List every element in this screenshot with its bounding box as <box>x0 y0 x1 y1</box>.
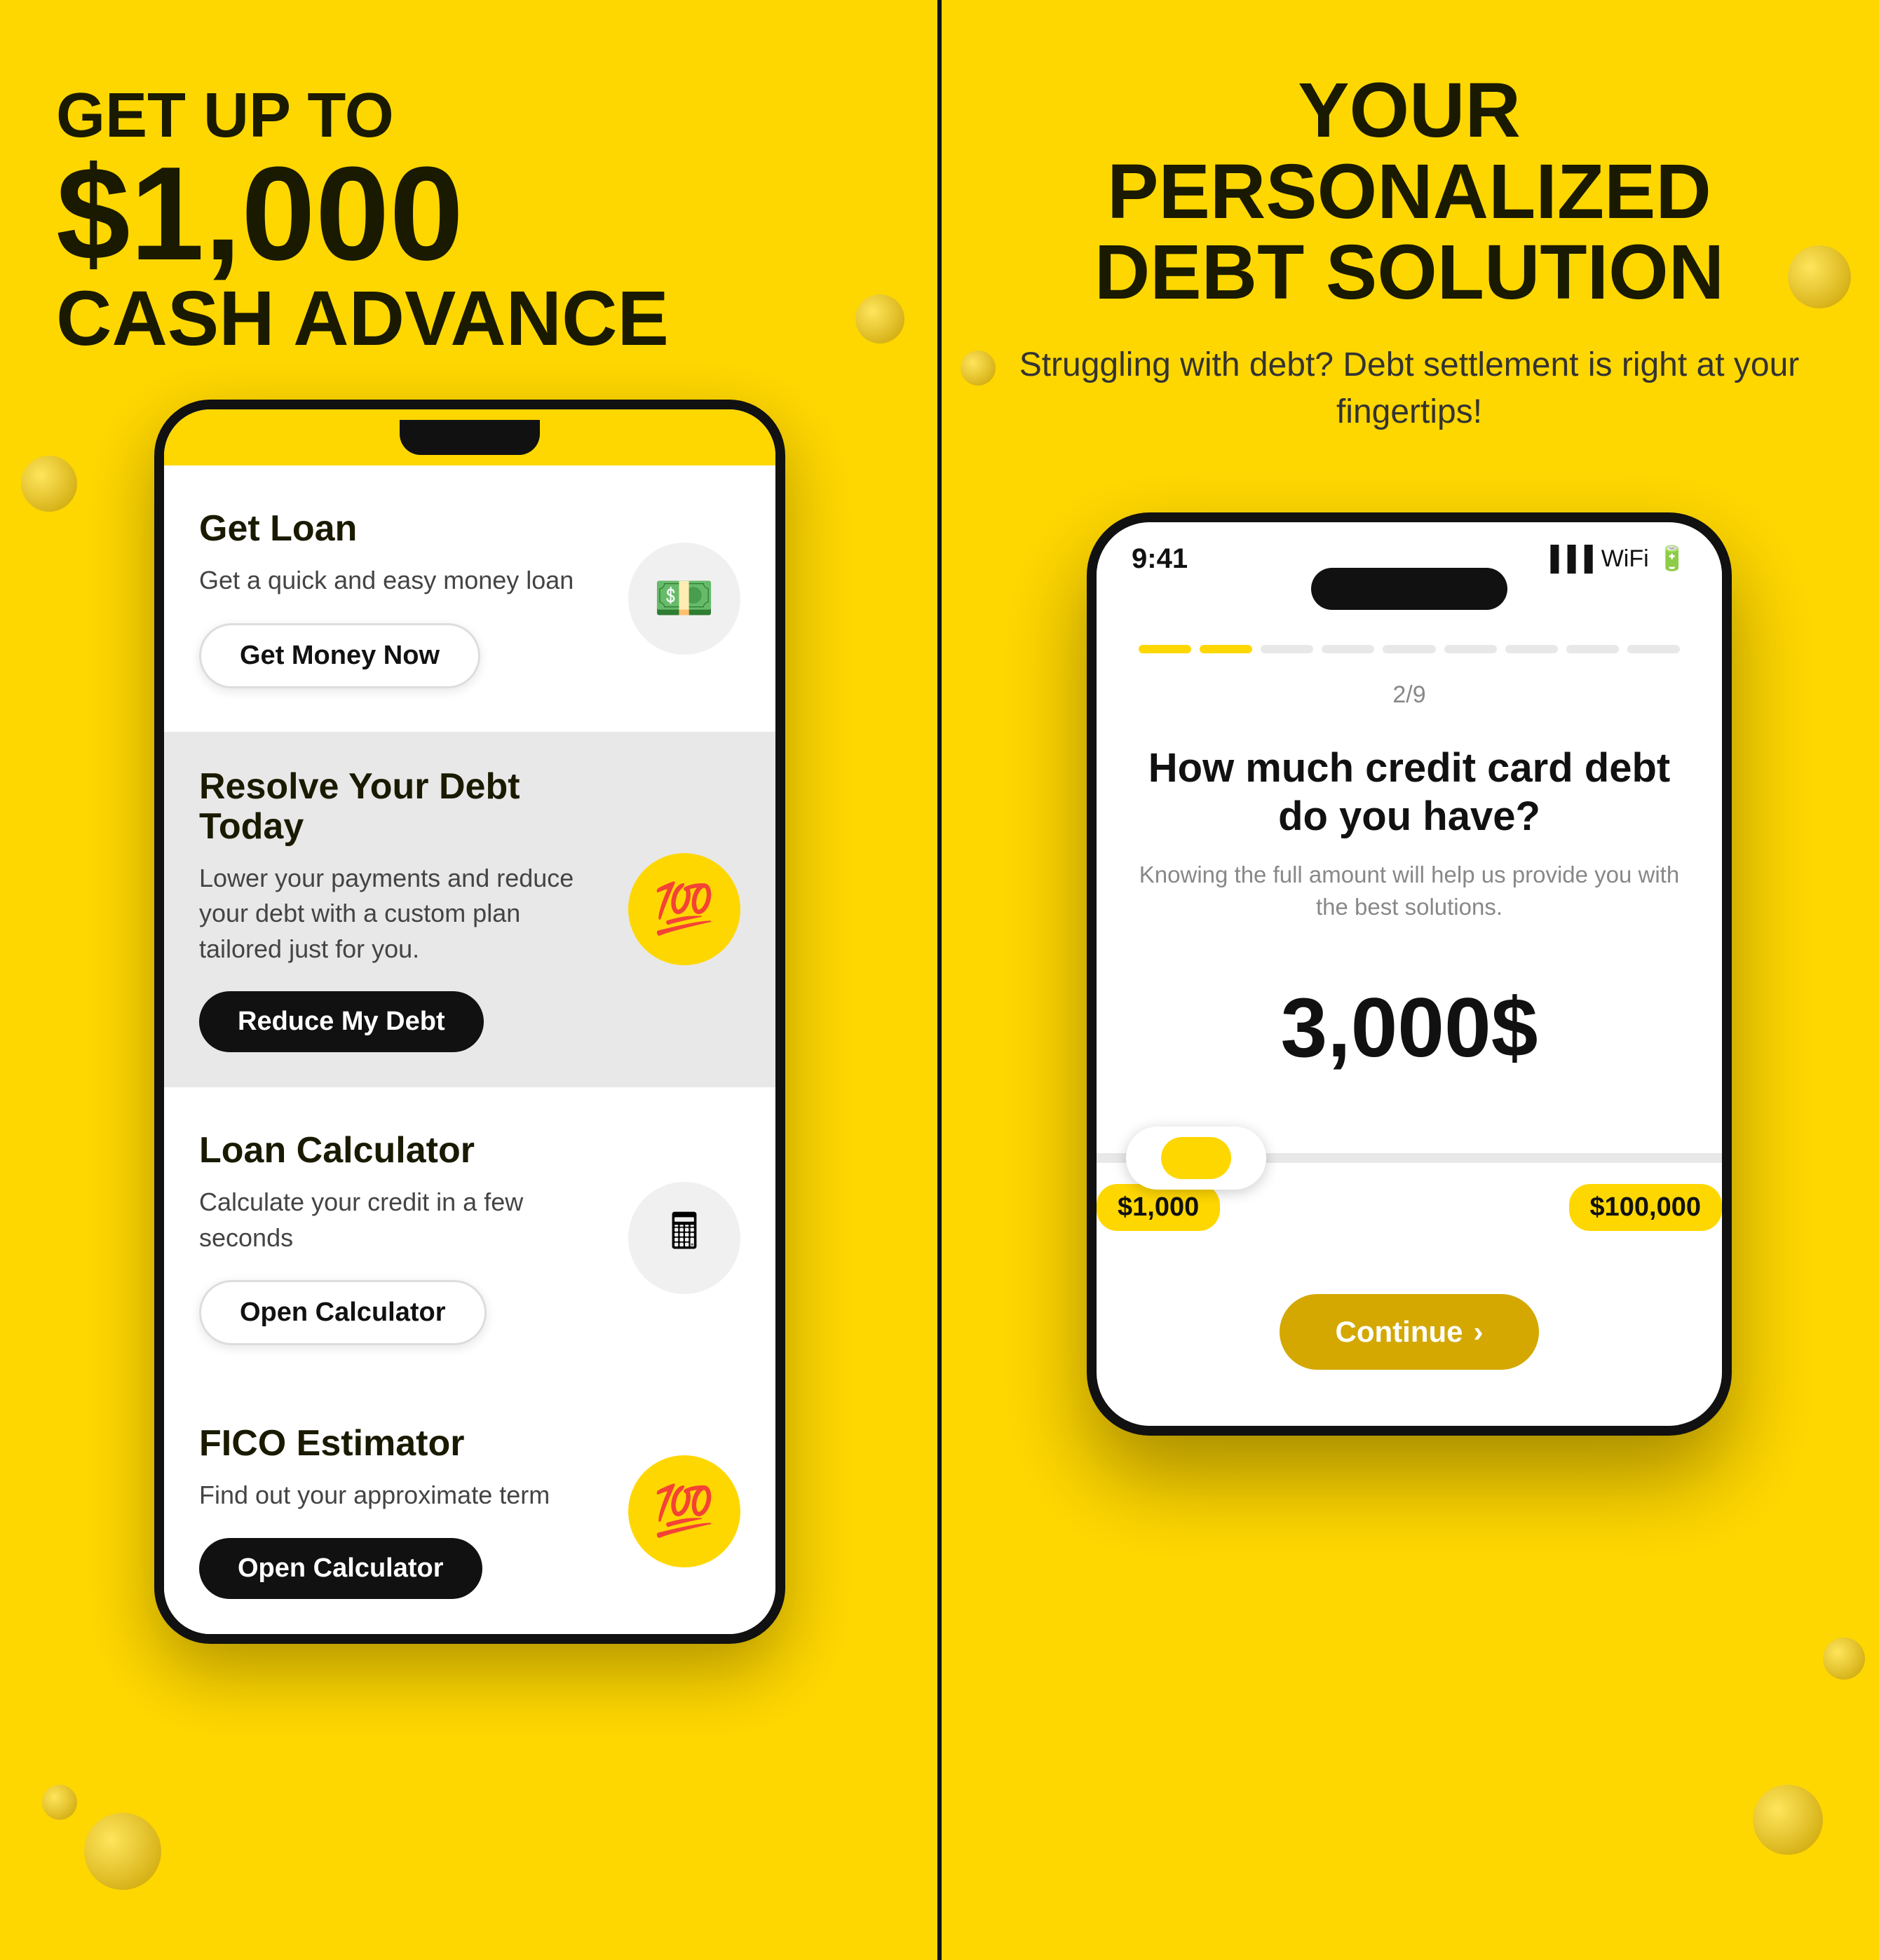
resolve-debt-icon-circle: 💯 <box>628 853 740 965</box>
progress-seg-2 <box>1200 645 1252 653</box>
slider-thumb-wrapper <box>1196 1127 1336 1190</box>
title-line3: DEBT SOLUTION <box>1094 229 1724 315</box>
card-title-resolve-debt: Resolve Your Debt Today <box>199 767 607 847</box>
question-title: How much credit card debt do you have? <box>1139 744 1680 841</box>
status-time: 9:41 <box>1132 543 1188 575</box>
title-line2: PERSONALIZED <box>1107 149 1711 235</box>
open-calculator-button-1[interactable]: Open Calculator <box>199 1280 487 1345</box>
phone-frame-left: Get Loan Get a quick and easy money loan… <box>154 400 785 1644</box>
progress-seg-4 <box>1322 645 1374 653</box>
slider-thumb-inner <box>1161 1137 1231 1179</box>
debt-amount-display: 3,000$ <box>1139 979 1680 1076</box>
status-bar: 9:41 ▐▐▐ WiFi 🔋 <box>1097 522 1722 575</box>
phone-mockup-right: 9:41 ▐▐▐ WiFi 🔋 <box>1024 512 1795 1436</box>
decorative-ball-4 <box>855 294 904 343</box>
card-title-get-loan: Get Loan <box>199 509 607 549</box>
right-panel: YOUR PERSONALIZED DEBT SOLUTION Struggli… <box>939 0 1879 1960</box>
question-desc: Knowing the full amount will help us pro… <box>1139 859 1680 923</box>
loan-calc-icon-circle: 🖩 <box>628 1182 740 1294</box>
progress-seg-3 <box>1261 645 1313 653</box>
continue-btn-wrapper: Continue › <box>1097 1252 1722 1370</box>
slider-min-label: $1,000 <box>1097 1184 1220 1231</box>
panel-separator <box>937 0 942 1960</box>
card-title-fico: FICO Estimator <box>199 1424 607 1464</box>
fico-hundred-icon: 💯 <box>653 1483 714 1540</box>
dynamic-island <box>1311 568 1507 610</box>
hundred-icon: 💯 <box>653 880 714 938</box>
right-main-title: YOUR PERSONALIZED DEBT SOLUTION <box>996 70 1823 313</box>
continue-label: Continue <box>1336 1315 1463 1349</box>
card-desc-get-loan: Get a quick and easy money loan <box>199 563 607 598</box>
progress-seg-1 <box>1139 645 1191 653</box>
progress-seg-5 <box>1383 645 1435 653</box>
card-text-loan-calc: Loan Calculator Calculate your credit in… <box>199 1131 628 1345</box>
phone-frame-right: 9:41 ▐▐▐ WiFi 🔋 <box>1087 512 1732 1436</box>
slider-max-label: $100,000 <box>1569 1184 1723 1231</box>
decorative-ball-1 <box>21 456 77 512</box>
decorative-ball-right-3 <box>1753 1785 1823 1855</box>
get-money-now-button[interactable]: Get Money Now <box>199 623 480 688</box>
card-text-fico: FICO Estimator Find out your approximate… <box>199 1424 628 1599</box>
headline-line3: CASH ADVANCE <box>56 280 669 358</box>
wifi-icon: WiFi <box>1601 545 1649 573</box>
card-desc-resolve-debt: Lower your payments and reduce your debt… <box>199 861 607 967</box>
card-text-get-loan: Get Loan Get a quick and easy money loan… <box>199 509 628 688</box>
battery-icon: 🔋 <box>1657 545 1687 573</box>
decorative-ball-3 <box>84 1813 161 1890</box>
continue-button[interactable]: Continue › <box>1280 1294 1540 1370</box>
slider-thumb-outer[interactable] <box>1126 1127 1266 1190</box>
progress-bar <box>1139 645 1680 653</box>
progress-seg-8 <box>1566 645 1619 653</box>
headline-line1: GET UP TO <box>56 84 669 147</box>
debt-slider-container: $1,000 $100,000 <box>1087 1153 1732 1252</box>
loan-calculator-card: Loan Calculator Calculate your credit in… <box>164 1096 775 1380</box>
card-title-loan-calc: Loan Calculator <box>199 1131 607 1171</box>
phone-mockup-left: Get Loan Get a quick and easy money loan… <box>84 400 855 1644</box>
headline-amount: $1,000 <box>56 147 669 280</box>
card-desc-fico: Find out your approximate term <box>199 1478 607 1513</box>
money-icon: 💵 <box>653 570 714 627</box>
card-text-resolve-debt: Resolve Your Debt Today Lower your payme… <box>199 767 628 1053</box>
fico-estimator-card: FICO Estimator Find out your approximate… <box>164 1389 775 1634</box>
progress-seg-7 <box>1505 645 1558 653</box>
card-desc-loan-calc: Calculate your credit in a few seconds <box>199 1185 607 1255</box>
fico-icon-circle: 💯 <box>628 1455 740 1567</box>
status-icons: ▐▐▐ WiFi 🔋 <box>1542 545 1687 573</box>
signal-icon: ▐▐▐ <box>1542 545 1592 573</box>
right-subtitle: Struggling with debt? Debt settlement is… <box>996 341 1823 435</box>
reduce-my-debt-button[interactable]: Reduce My Debt <box>199 991 484 1052</box>
resolve-debt-card: Resolve Your Debt Today Lower your payme… <box>164 732 775 1088</box>
get-loan-icon-circle: 💵 <box>628 543 740 655</box>
left-header: GET UP TO $1,000 CASH ADVANCE <box>0 0 725 400</box>
phone-inner-content: 2/9 How much credit card debt do you hav… <box>1097 610 1722 1154</box>
right-header: YOUR PERSONALIZED DEBT SOLUTION Struggli… <box>939 0 1879 470</box>
continue-arrow: › <box>1473 1315 1483 1349</box>
decorative-ball-right-2 <box>1823 1638 1865 1680</box>
left-panel: GET UP TO $1,000 CASH ADVANCE Get Loan G… <box>0 0 939 1960</box>
title-line1: YOUR <box>1298 67 1521 154</box>
progress-seg-6 <box>1444 645 1497 653</box>
decorative-ball-2 <box>42 1785 77 1820</box>
progress-seg-9 <box>1627 645 1680 653</box>
open-calculator-button-2[interactable]: Open Calculator <box>199 1538 482 1599</box>
get-loan-card: Get Loan Get a quick and easy money loan… <box>164 474 775 723</box>
calculator-icon: 🖩 <box>670 1197 699 1280</box>
slider-track <box>1087 1153 1732 1163</box>
step-label: 2/9 <box>1139 681 1680 709</box>
notch <box>400 420 540 455</box>
phone-top-area <box>164 409 775 465</box>
